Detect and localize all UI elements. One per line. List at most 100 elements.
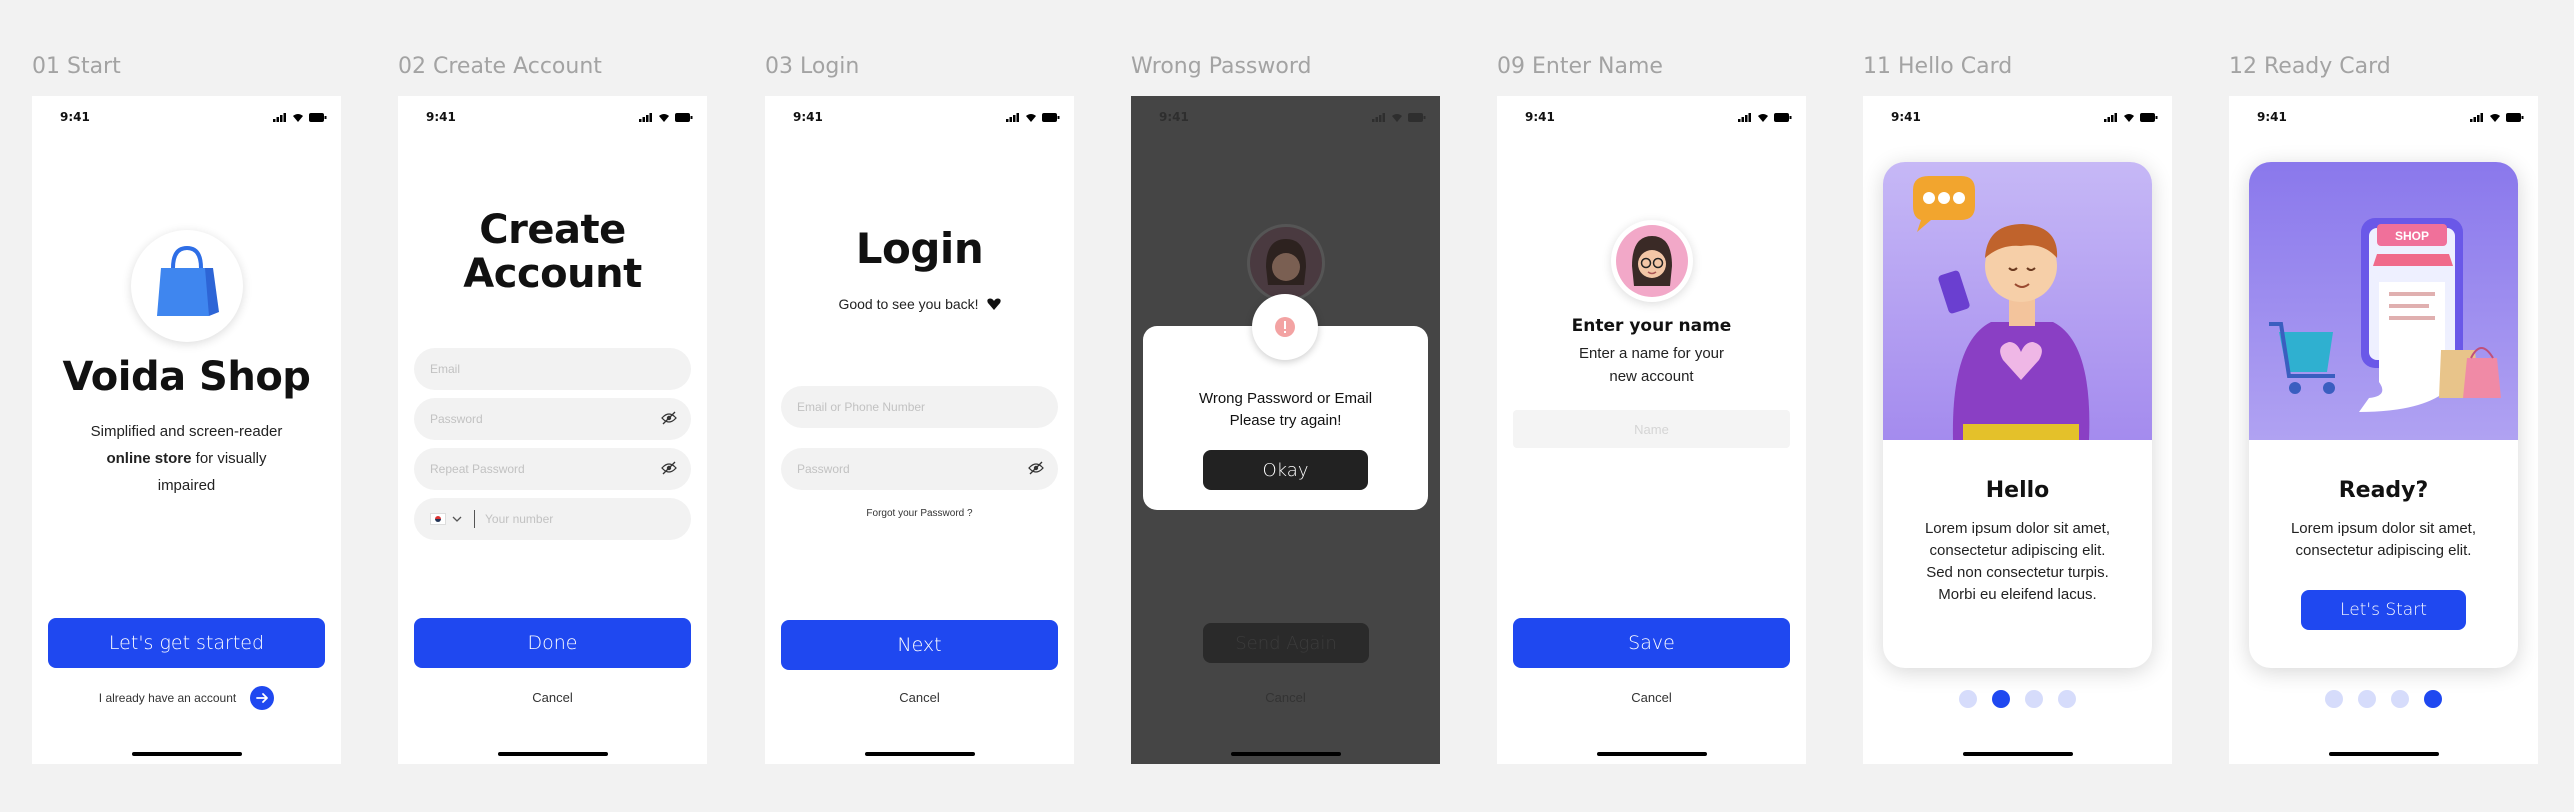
status-icons — [1738, 113, 1792, 122]
card-text-line-1: Lorem ipsum dolor sit amet, — [1924, 520, 2111, 537]
email-field[interactable]: Email — [414, 348, 691, 390]
battery-icon — [1774, 113, 1792, 122]
screen-label-start: 01 Start — [32, 54, 121, 79]
battery-icon — [1042, 113, 1060, 122]
card-title: Ready? — [2338, 478, 2429, 503]
page-dot-4[interactable] — [2058, 690, 2076, 708]
home-indicator — [497, 752, 608, 756]
hello-card[interactable]: Hello Lorem ipsum dolor sit amet, consec… — [1883, 162, 2152, 668]
card-text: Lorem ipsum dolor sit amet, consectetur … — [1901, 518, 2134, 606]
screen-hello-card: 9:41 Hello Lorem ipsum dolor sit amet, c… — [1863, 96, 2172, 764]
signal-icon — [2104, 113, 2117, 122]
status-time: 9:41 — [1891, 110, 1921, 124]
signal-icon — [273, 113, 286, 122]
country-flag-icon[interactable] — [430, 513, 446, 525]
eye-off-icon[interactable] — [661, 411, 677, 425]
cancel-link[interactable]: Cancel — [398, 690, 707, 705]
page-dot-2[interactable] — [2358, 690, 2376, 708]
desc-bold: online store — [106, 450, 192, 467]
ready-card[interactable]: SHOP Ready? Lorem ipsum dolor sit amet, … — [2249, 162, 2518, 668]
heart-icon — [986, 298, 1001, 310]
status-bar: 9:41 — [60, 110, 327, 126]
already-account-link[interactable]: I already have an account — [99, 691, 236, 705]
battery-icon — [2140, 113, 2158, 122]
status-bar: 9:41 — [793, 110, 1060, 126]
subtitle-line-2: new account — [1609, 368, 1694, 385]
get-started-button[interactable]: Let's get started — [48, 618, 325, 668]
password-field[interactable]: Password — [781, 448, 1058, 490]
email-phone-field[interactable]: Email or Phone Number — [781, 386, 1058, 428]
next-button[interactable]: Next — [781, 620, 1058, 670]
screen-label-name: 09 Enter Name — [1497, 54, 1663, 79]
password-placeholder: Password — [430, 412, 483, 426]
battery-icon — [309, 113, 327, 122]
wifi-icon — [2124, 114, 2134, 122]
eye-off-icon[interactable] — [661, 461, 677, 475]
eye-off-icon[interactable] — [1028, 461, 1044, 475]
send-again-button[interactable]: Send Again — [1203, 623, 1369, 663]
wifi-icon — [1026, 114, 1036, 122]
screen-label-ready: 12 Ready Card — [2229, 54, 2391, 79]
signal-icon — [1372, 113, 1385, 122]
phone-field[interactable]: Your number — [414, 498, 691, 540]
signal-icon — [2470, 113, 2483, 122]
screen-label-wrong: Wrong Password — [1131, 54, 1312, 79]
app-logo — [131, 230, 243, 342]
lets-start-button[interactable]: Let's Start — [2301, 590, 2466, 630]
screen-enter-name: 9:41 Enter your name Enter a name for yo… — [1497, 96, 1806, 764]
okay-button[interactable]: Okay — [1203, 450, 1368, 490]
status-bar: 9:41 — [1891, 110, 2158, 126]
email-placeholder: Email — [430, 362, 461, 376]
page-dot-1[interactable] — [1959, 690, 1977, 708]
save-button[interactable]: Save — [1513, 618, 1790, 668]
subtitle-text: Good to see you back! — [838, 296, 979, 312]
title-line-2: Account — [463, 251, 642, 297]
page-dot-3[interactable] — [2025, 690, 2043, 708]
page-dot-2[interactable] — [1992, 690, 2010, 708]
password-placeholder: Password — [797, 462, 850, 476]
page-subtitle: Enter a name for your new account — [1497, 342, 1806, 388]
screen-label-login: 03 Login — [765, 54, 860, 79]
shop-sign-text: SHOP — [2395, 229, 2429, 243]
already-account-row[interactable]: I already have an account — [32, 686, 341, 710]
wifi-icon — [1392, 114, 1402, 122]
battery-icon — [2506, 113, 2524, 122]
wifi-icon — [1758, 114, 1768, 122]
dialog-message: Wrong Password or Email Please try again… — [1143, 388, 1428, 432]
status-icons — [2104, 113, 2158, 122]
name-placeholder: Name — [1634, 421, 1669, 437]
status-time: 9:41 — [426, 110, 456, 124]
message-line-1: Wrong Password or Email — [1198, 390, 1373, 407]
name-field[interactable]: Name — [1513, 410, 1790, 448]
chevron-down-icon[interactable] — [452, 515, 462, 523]
page-dot-1[interactable] — [2325, 690, 2343, 708]
password-field[interactable]: Password — [414, 398, 691, 440]
signal-icon — [1006, 113, 1019, 122]
shop-illustration: SHOP — [2249, 162, 2518, 440]
cancel-link[interactable]: Cancel — [1131, 690, 1440, 705]
app-title: Voida Shop — [62, 354, 311, 400]
screen-login: 9:41 Login Good to see you back! Email o… — [765, 96, 1074, 764]
cancel-link[interactable]: Cancel — [1497, 690, 1806, 705]
screen-ready-card: 9:41 SHOP Ready? Lorem ipsum dolor sit a… — [2229, 96, 2538, 764]
card-title: Hello — [1985, 478, 2050, 503]
phone-divider — [474, 510, 475, 528]
page-dots — [2229, 690, 2538, 708]
page-dot-3[interactable] — [2391, 690, 2409, 708]
cancel-link[interactable]: Cancel — [765, 690, 1074, 705]
wifi-icon — [659, 114, 669, 122]
page-dot-4[interactable] — [2424, 690, 2442, 708]
forgot-password-link[interactable]: Forgot your Password ? — [765, 508, 1074, 519]
login-subtitle: Good to see you back! — [765, 296, 1074, 312]
subtitle-line-1: Enter a name for your — [1578, 345, 1725, 362]
repeat-password-field[interactable]: Repeat Password — [414, 448, 691, 490]
status-icons — [1372, 113, 1426, 122]
avatar[interactable] — [1611, 220, 1693, 302]
card-text-line-3: Sed non consectetur turpis. — [1926, 564, 2109, 581]
done-button[interactable]: Done — [414, 618, 691, 668]
status-bar: 9:41 — [1525, 110, 1792, 126]
home-indicator — [131, 752, 242, 756]
home-indicator — [1596, 752, 1707, 756]
arrow-right-icon[interactable] — [250, 686, 275, 710]
battery-icon — [1408, 113, 1426, 122]
